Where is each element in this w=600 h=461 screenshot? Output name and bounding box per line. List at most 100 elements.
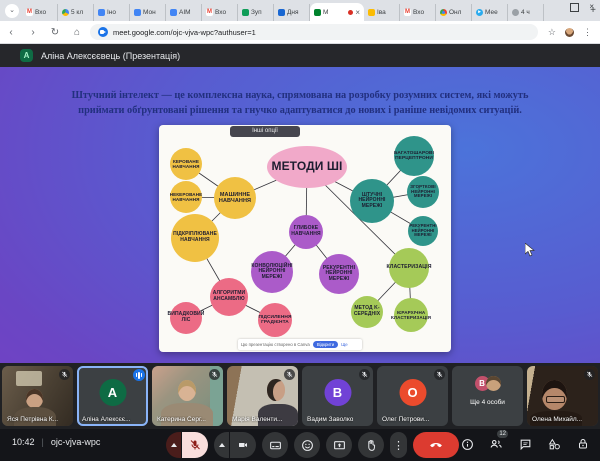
chrome-favicon	[440, 9, 447, 16]
bookmark-star-icon[interactable]: ☆	[548, 27, 556, 38]
meet-favicon	[314, 9, 321, 16]
tab-title: Дня	[287, 9, 305, 16]
participant-tile[interactable]: Марія Валенти...	[227, 366, 298, 426]
meeting-panels: 12	[460, 437, 590, 451]
participant-tile[interactable]: ВВадим Заволко	[302, 366, 373, 426]
present-screen-button[interactable]	[326, 432, 352, 458]
person-head	[267, 379, 285, 401]
telegram-favicon	[476, 9, 483, 16]
participant-name: Марія Валенти...	[232, 416, 282, 423]
meet-toolbar: 10:42 | ojc-vjva-wpc ⋮	[0, 429, 600, 461]
mic-off-icon	[284, 369, 295, 380]
tab-title: Іва	[377, 9, 395, 16]
filmstrip: Яся Петрівна К... А Аліна Алексєє... Катери…	[0, 363, 600, 429]
browser-tab[interactable]: Вхо	[202, 4, 238, 21]
participants-count-badge: 12	[497, 430, 508, 438]
camera-button[interactable]	[230, 432, 256, 458]
tab-search-icon[interactable]: ⌄	[5, 4, 19, 18]
mindmap: МЕТОДИ ШІМАШИННЕ НАВЧАННЯКЕРОВАНЕ НАВЧАН…	[159, 125, 451, 352]
avatar	[486, 376, 501, 391]
participant-tile[interactable]: ООлег Петрови...	[377, 366, 448, 426]
mindmap-node-kerovane: КЕРОВАНЕ НАВЧАННЯ	[170, 148, 202, 180]
reload-icon[interactable]: ↻	[44, 27, 66, 38]
mindmap-node-deep: ГЛИБОКЕ НАВЧАННЯ	[289, 215, 323, 249]
mic-options-chevron[interactable]	[166, 432, 181, 458]
banner-text: Цю презентацію створено в Canva	[241, 342, 310, 347]
profile-avatar[interactable]	[565, 28, 574, 37]
browser-tab[interactable]: М×	[310, 3, 364, 21]
captions-button[interactable]	[262, 432, 288, 458]
reactions-button[interactable]	[294, 432, 320, 458]
person-head	[178, 380, 196, 401]
tab-title: Онл	[449, 9, 467, 16]
avatar: В	[324, 379, 351, 406]
gmail-favicon	[404, 9, 411, 16]
participant-tile[interactable]: Катерина Серг...	[152, 366, 223, 426]
clock-time: 10:42	[12, 437, 35, 447]
end-call-button[interactable]	[413, 432, 459, 458]
tab-title: 4 ч	[521, 9, 539, 16]
gmail-favicon	[206, 9, 213, 16]
mic-mute-button[interactable]	[182, 432, 208, 458]
tab-title: Зуп	[251, 9, 269, 16]
chat-icon[interactable]	[518, 437, 532, 451]
browser-tab[interactable]: Іно	[94, 4, 130, 21]
address-input[interactable]: meet.google.com/ojc-vjva-wpc?authuser=1	[90, 24, 538, 40]
activities-icon[interactable]	[547, 437, 561, 451]
window-restore-icon[interactable]	[570, 3, 579, 12]
people-icon[interactable]: 12	[489, 437, 503, 451]
tab-title: М	[323, 9, 346, 16]
tab-list: Вхо5 клІноМонАІМВхоЗупДняМ×ІваВхоОнлМее4…	[22, 0, 582, 21]
slide-definition-text: Штучний інтелект — це комплексна наука, …	[58, 89, 542, 119]
camera-options-chevron[interactable]	[214, 432, 229, 458]
tab-close-icon[interactable]: ×	[355, 8, 360, 17]
window-controls: ×	[570, 2, 594, 12]
browser-tab[interactable]: Іва	[364, 4, 400, 21]
browser-tab[interactable]: Вхо	[22, 4, 58, 21]
docs-favicon	[98, 9, 105, 16]
more-options-button[interactable]: ⋮	[390, 432, 407, 458]
home-icon[interactable]: ⌂	[66, 27, 88, 38]
browser-tab[interactable]: Онл	[436, 4, 472, 21]
browser-tab[interactable]: Дня	[274, 4, 310, 21]
browser-tab[interactable]: Зуп	[238, 4, 274, 21]
participant-name: Яся Петрівна К...	[7, 416, 58, 423]
tab-title: Мон	[143, 9, 161, 16]
mindmap-node-pidkrip: ПІДКРІПЛЮВАНЕ НАВЧАННЯ	[171, 214, 219, 262]
mindmap-node-recurrent_p: РЕКУРЕНТНІ НЕЙРОННІ МЕРЕЖІ	[319, 254, 359, 294]
person-head	[542, 380, 567, 410]
browser-tab[interactable]: Мее	[472, 4, 508, 21]
tab-title: Вхо	[35, 9, 53, 16]
more-people-label: Ще 4 особи	[452, 399, 523, 406]
slide-banner: Цю презентацію створено в Canva Відкрити…	[238, 339, 362, 350]
host-controls-icon[interactable]	[576, 437, 590, 451]
mic-off-icon	[209, 369, 220, 380]
keep-favicon	[368, 9, 375, 16]
window-close-icon[interactable]: ×	[589, 2, 594, 12]
participant-name: Катерина Серг...	[157, 416, 206, 423]
meeting-code: ojc-vjva-wpc	[51, 437, 101, 447]
raise-hand-button[interactable]	[358, 432, 384, 458]
participant-tile[interactable]: ВЩе 4 особи	[452, 366, 523, 426]
avatar: А	[99, 379, 126, 406]
browser-tab[interactable]: 4 ч	[508, 4, 544, 21]
participant-name: Олена Михайл...	[532, 416, 582, 423]
info-icon[interactable]	[460, 437, 474, 451]
browser-tab[interactable]: Мон	[130, 4, 166, 21]
back-icon[interactable]: ‹	[0, 27, 22, 38]
browser-menu-icon[interactable]: ⋮	[583, 27, 592, 38]
mindmap-node-cnn_t: ЗГОРТКОВІ НЕЙРОННІ МЕРЕЖІ	[407, 176, 439, 208]
participant-name: Аліна Алексєє...	[82, 416, 131, 423]
mindmap-node-ann: ШТУЧНІ НЕЙРОННІ МЕРЕЖІ	[350, 179, 394, 223]
browser-tab[interactable]: 5 кл	[58, 4, 94, 21]
participant-tile[interactable]: А Аліна Алексєє...	[77, 366, 148, 426]
forward-icon[interactable]: ›	[22, 27, 44, 38]
participant-tile[interactable]: Олена Михайл...	[527, 366, 598, 426]
browser-tab[interactable]: Вхо	[400, 4, 436, 21]
browser-tab-strip: ⌄ Вхо5 клІноМонАІМВхоЗупДняМ×ІваВхоОнлМе…	[0, 0, 600, 21]
meet-favicon	[98, 27, 108, 37]
mindmap-node-machine: МАШИННЕ НАВЧАННЯ	[214, 177, 256, 219]
participant-tile[interactable]: Яся Петрівна К...	[2, 366, 73, 426]
banner-link: Ще	[341, 342, 347, 347]
browser-tab[interactable]: АІМ	[166, 4, 202, 21]
